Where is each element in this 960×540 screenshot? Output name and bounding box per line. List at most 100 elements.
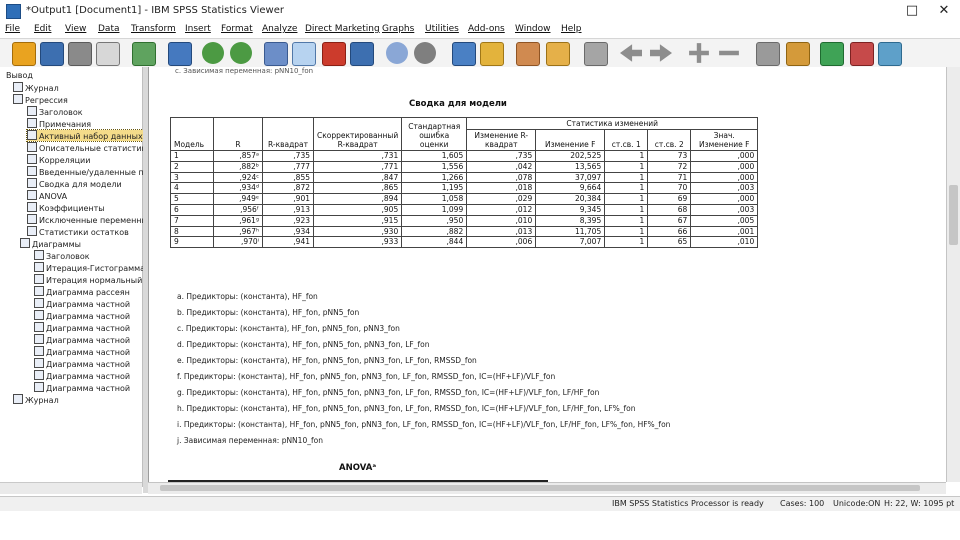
tree-item[interactable]: Примечания xyxy=(27,118,91,129)
insert-text-icon[interactable] xyxy=(452,42,476,66)
open-icon[interactable] xyxy=(12,42,36,66)
tree-item[interactable]: Диаграммы xyxy=(20,238,81,249)
table-cell: 202,525 xyxy=(535,150,606,162)
tree-item[interactable]: Диаграмма частной xyxy=(34,370,130,381)
table-cell: 1 xyxy=(604,203,649,216)
tree-item[interactable]: Журнал xyxy=(13,394,59,405)
goto-data-icon[interactable] xyxy=(168,42,192,66)
horizontal-scrollbar[interactable] xyxy=(148,482,946,494)
split-icon[interactable] xyxy=(850,42,874,66)
table-cell: 66 xyxy=(647,225,692,238)
tree-item[interactable]: ANOVA xyxy=(27,190,67,201)
menu-analyze[interactable]: Analyze xyxy=(262,24,297,34)
output-node-icon xyxy=(27,166,37,176)
tree-item[interactable]: Сводка для модели xyxy=(27,178,122,189)
tree-item[interactable]: Активный набор данных xyxy=(26,129,144,142)
promote-icon[interactable] xyxy=(620,42,642,64)
table-row: 1,857ᵃ ,735,731 1,605,735 202,525 1 73,000 xyxy=(170,150,759,162)
tree-item[interactable]: Введенные/удаленные пе xyxy=(27,166,149,177)
redo-icon[interactable] xyxy=(230,42,252,64)
tree-item[interactable]: Диаграмма частной xyxy=(34,358,130,369)
table-cell: ,735 xyxy=(466,150,537,162)
save-icon[interactable] xyxy=(40,42,64,66)
goto-case-icon[interactable] xyxy=(264,42,288,66)
tree-item-label: Вывод xyxy=(6,71,33,80)
horizontal-scroll-thumb[interactable] xyxy=(160,485,920,491)
expand-icon[interactable] xyxy=(688,42,710,64)
table-cell: ,857ᵃ xyxy=(213,150,263,162)
menu-file[interactable]: File xyxy=(5,24,20,34)
menu-insert[interactable]: Insert xyxy=(185,24,211,34)
tree-item[interactable]: Итерация нормальный xyxy=(34,274,142,285)
vertical-scrollbar[interactable] xyxy=(946,67,960,482)
tree-item[interactable]: Корреляции xyxy=(27,154,90,165)
variables-icon[interactable] xyxy=(322,42,346,66)
hide-icon[interactable] xyxy=(584,42,608,66)
tree-item[interactable]: Заголовок xyxy=(34,250,90,261)
menu-edit[interactable]: Edit xyxy=(34,24,51,34)
table-cell: ,970ⁱ xyxy=(213,236,263,249)
export-icon[interactable] xyxy=(132,42,156,66)
tree-item[interactable]: Описательные статистики xyxy=(27,142,152,153)
vertical-scroll-thumb[interactable] xyxy=(949,185,958,245)
tree-item[interactable]: Диаграмма частной xyxy=(34,322,130,333)
menu-window[interactable]: Window xyxy=(515,24,551,34)
tree-item[interactable]: Диаграмма частной xyxy=(34,346,130,357)
undo-icon[interactable] xyxy=(202,42,224,64)
tree-item[interactable]: Диаграмма частной xyxy=(34,334,130,345)
tree-item-label: Диаграмма частной xyxy=(46,312,131,321)
tree-item[interactable]: Диаграмма частной xyxy=(34,310,130,321)
tree-item[interactable]: Исключенные переменные xyxy=(27,214,153,225)
tree-item[interactable]: Регрессия xyxy=(13,94,68,105)
demote-icon[interactable] xyxy=(650,42,672,64)
menu-view[interactable]: View xyxy=(65,24,86,34)
tree-item[interactable]: Диаграмма частной xyxy=(34,298,130,309)
menu-format[interactable]: Format xyxy=(221,24,253,34)
close-button[interactable]: ✕ xyxy=(930,2,958,20)
tree-item[interactable]: Статистики остатков xyxy=(27,226,129,237)
tree-item[interactable]: Заголовок xyxy=(27,106,83,117)
maximize-button[interactable]: □ xyxy=(898,2,926,20)
output-node-icon xyxy=(34,262,44,272)
tree-horizontal-scrollbar[interactable] xyxy=(0,482,142,494)
tree-item-label: Журнал xyxy=(25,396,59,405)
tree-item[interactable]: Диаграмма рассеян xyxy=(34,286,130,297)
print-icon[interactable] xyxy=(68,42,92,66)
table-cell: ,961ᵍ xyxy=(213,214,263,227)
menu-utilities[interactable]: Utilities xyxy=(425,24,459,34)
menu-add-ons[interactable]: Add-ons xyxy=(468,24,505,34)
menu-graphs[interactable]: Graphs xyxy=(382,24,414,34)
table-cell: 7 xyxy=(170,214,214,227)
insert-title-icon[interactable] xyxy=(480,42,504,66)
designated-window-icon[interactable] xyxy=(350,42,374,66)
menu-transform[interactable]: Transform xyxy=(131,24,176,34)
col-sig-change: Знач. Изменение F xyxy=(690,129,759,151)
insert-page-title-icon[interactable] xyxy=(516,42,540,66)
insert-chart-icon[interactable] xyxy=(386,42,408,64)
menu-bar: File Edit View Data Transform Insert For… xyxy=(0,22,960,39)
tree-item[interactable]: Журнал xyxy=(13,82,59,93)
find-icon[interactable] xyxy=(414,42,436,64)
tree-item[interactable]: Вывод xyxy=(6,70,33,81)
tree-item[interactable]: Коэффициенты xyxy=(27,202,105,213)
insert-heading-icon[interactable] xyxy=(546,42,570,66)
tree-item[interactable]: Итерация-Гистограмма xyxy=(34,262,145,273)
model-summary-table[interactable]: Модель R R-квадрат Скорректированный R-к… xyxy=(170,117,759,249)
output-node-icon xyxy=(27,202,37,212)
table-cell: ,078 xyxy=(466,171,537,184)
goto-variable-icon[interactable] xyxy=(292,42,316,66)
table-cell: ,018 xyxy=(466,182,537,195)
menu-direct-marketing[interactable]: Direct Marketing xyxy=(305,24,380,34)
show-icon[interactable] xyxy=(756,42,780,66)
layout-icon[interactable] xyxy=(878,42,902,66)
footnote: a. Предикторы: (константа), HF_fon xyxy=(177,292,318,301)
print-preview-icon[interactable] xyxy=(96,42,120,66)
hide-items-icon[interactable] xyxy=(786,42,810,66)
collapse-icon[interactable] xyxy=(718,42,740,64)
output-node-icon xyxy=(34,346,44,356)
menu-data[interactable]: Data xyxy=(98,24,120,34)
table-cell: 71 xyxy=(647,171,692,184)
insert-new-icon[interactable] xyxy=(820,42,844,66)
menu-help[interactable]: Help xyxy=(561,24,582,34)
tree-item[interactable]: Диаграмма частной xyxy=(34,382,130,393)
